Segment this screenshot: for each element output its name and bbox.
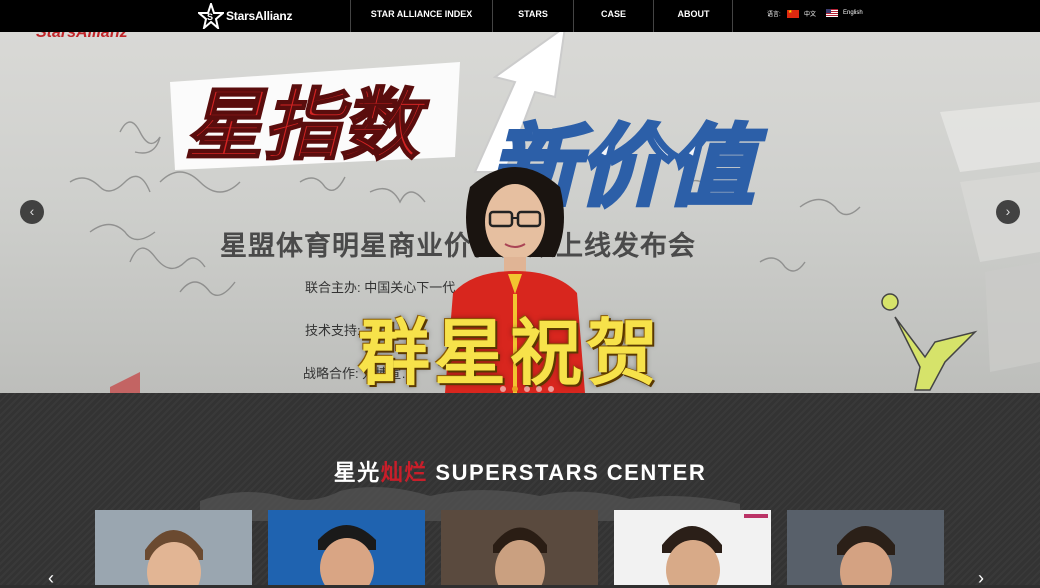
carousel-dot[interactable] — [536, 386, 542, 392]
chevron-right-icon: › — [1005, 203, 1011, 219]
carousel-dot-active[interactable] — [512, 386, 518, 392]
star-logo-icon: S — [198, 3, 224, 29]
title-part-white: 星光 — [333, 460, 381, 485]
chevron-left-icon: ‹ — [48, 568, 54, 588]
top-nav: S StarsAllianz STAR ALLIANCE INDEX STARS… — [0, 0, 1040, 32]
nav-stars[interactable]: STARS — [492, 0, 573, 32]
lang-chinese[interactable]: 中文 — [787, 9, 816, 18]
carousel-dot[interactable] — [548, 386, 554, 392]
us-flag-icon — [826, 9, 838, 17]
carousel-next-button[interactable]: › — [996, 200, 1020, 224]
info-label: 战略合作: — [303, 366, 359, 381]
superstars-section: 星光灿烂 SUPERSTARS CENTER ‹ › — [0, 393, 1040, 588]
star-photo — [787, 510, 944, 585]
svg-text:S: S — [207, 12, 213, 22]
star-card[interactable] — [268, 510, 425, 585]
lang-english-label: English — [843, 10, 863, 16]
info-line-tech: 技术支持: — [305, 320, 361, 339]
nav-star-alliance-index[interactable]: STAR ALLIANCE INDEX — [350, 0, 492, 32]
nav-about[interactable]: ABOUT — [653, 0, 733, 32]
logo-text: StarsAllianz — [226, 9, 293, 23]
title-part-english: SUPERSTARS CENTER — [427, 460, 707, 485]
carousel-indicators — [500, 386, 554, 392]
banner-title-a-text: 星指数 — [185, 81, 430, 171]
nav-case[interactable]: CASE — [573, 0, 653, 32]
lang-english[interactable]: English — [826, 9, 863, 17]
chevron-left-icon: ‹ — [29, 203, 35, 219]
superstars-title: 星光灿烂 SUPERSTARS CENTER — [0, 455, 1040, 487]
star-card[interactable] — [614, 510, 771, 585]
carousel-dot[interactable] — [500, 386, 506, 392]
star-photo — [268, 510, 425, 585]
star-card[interactable] — [95, 510, 252, 585]
china-flag-icon — [787, 9, 799, 18]
nav-divider — [732, 0, 733, 32]
carousel-prev-button[interactable]: ‹ — [20, 200, 44, 224]
star-photo — [614, 510, 771, 585]
language-label: 语言: — [767, 9, 781, 18]
banner-title-a: 星指数 — [170, 62, 460, 172]
lang-chinese-label: 中文 — [804, 12, 817, 18]
logo[interactable]: S StarsAllianz — [198, 2, 292, 30]
title-part-red: 灿烂 — [380, 460, 428, 485]
language-label-text: 语言: — [767, 12, 781, 18]
chevron-right-icon: › — [978, 568, 984, 588]
congrats-overlay-text: 群星祝贺 — [358, 310, 663, 393]
star-photo — [441, 510, 598, 585]
info-label: 技术支持: — [305, 323, 361, 338]
carousel-dot[interactable] — [524, 386, 530, 392]
star-photo — [95, 510, 252, 585]
hero-carousel[interactable]: StarsAllianz 星指数 新价值 星盟体育明星商业价值指数上线发布会 联… — [0, 32, 1040, 393]
star-card[interactable] — [441, 510, 598, 585]
info-label: 联合主办: — [305, 280, 361, 295]
star-card[interactable] — [787, 510, 944, 585]
